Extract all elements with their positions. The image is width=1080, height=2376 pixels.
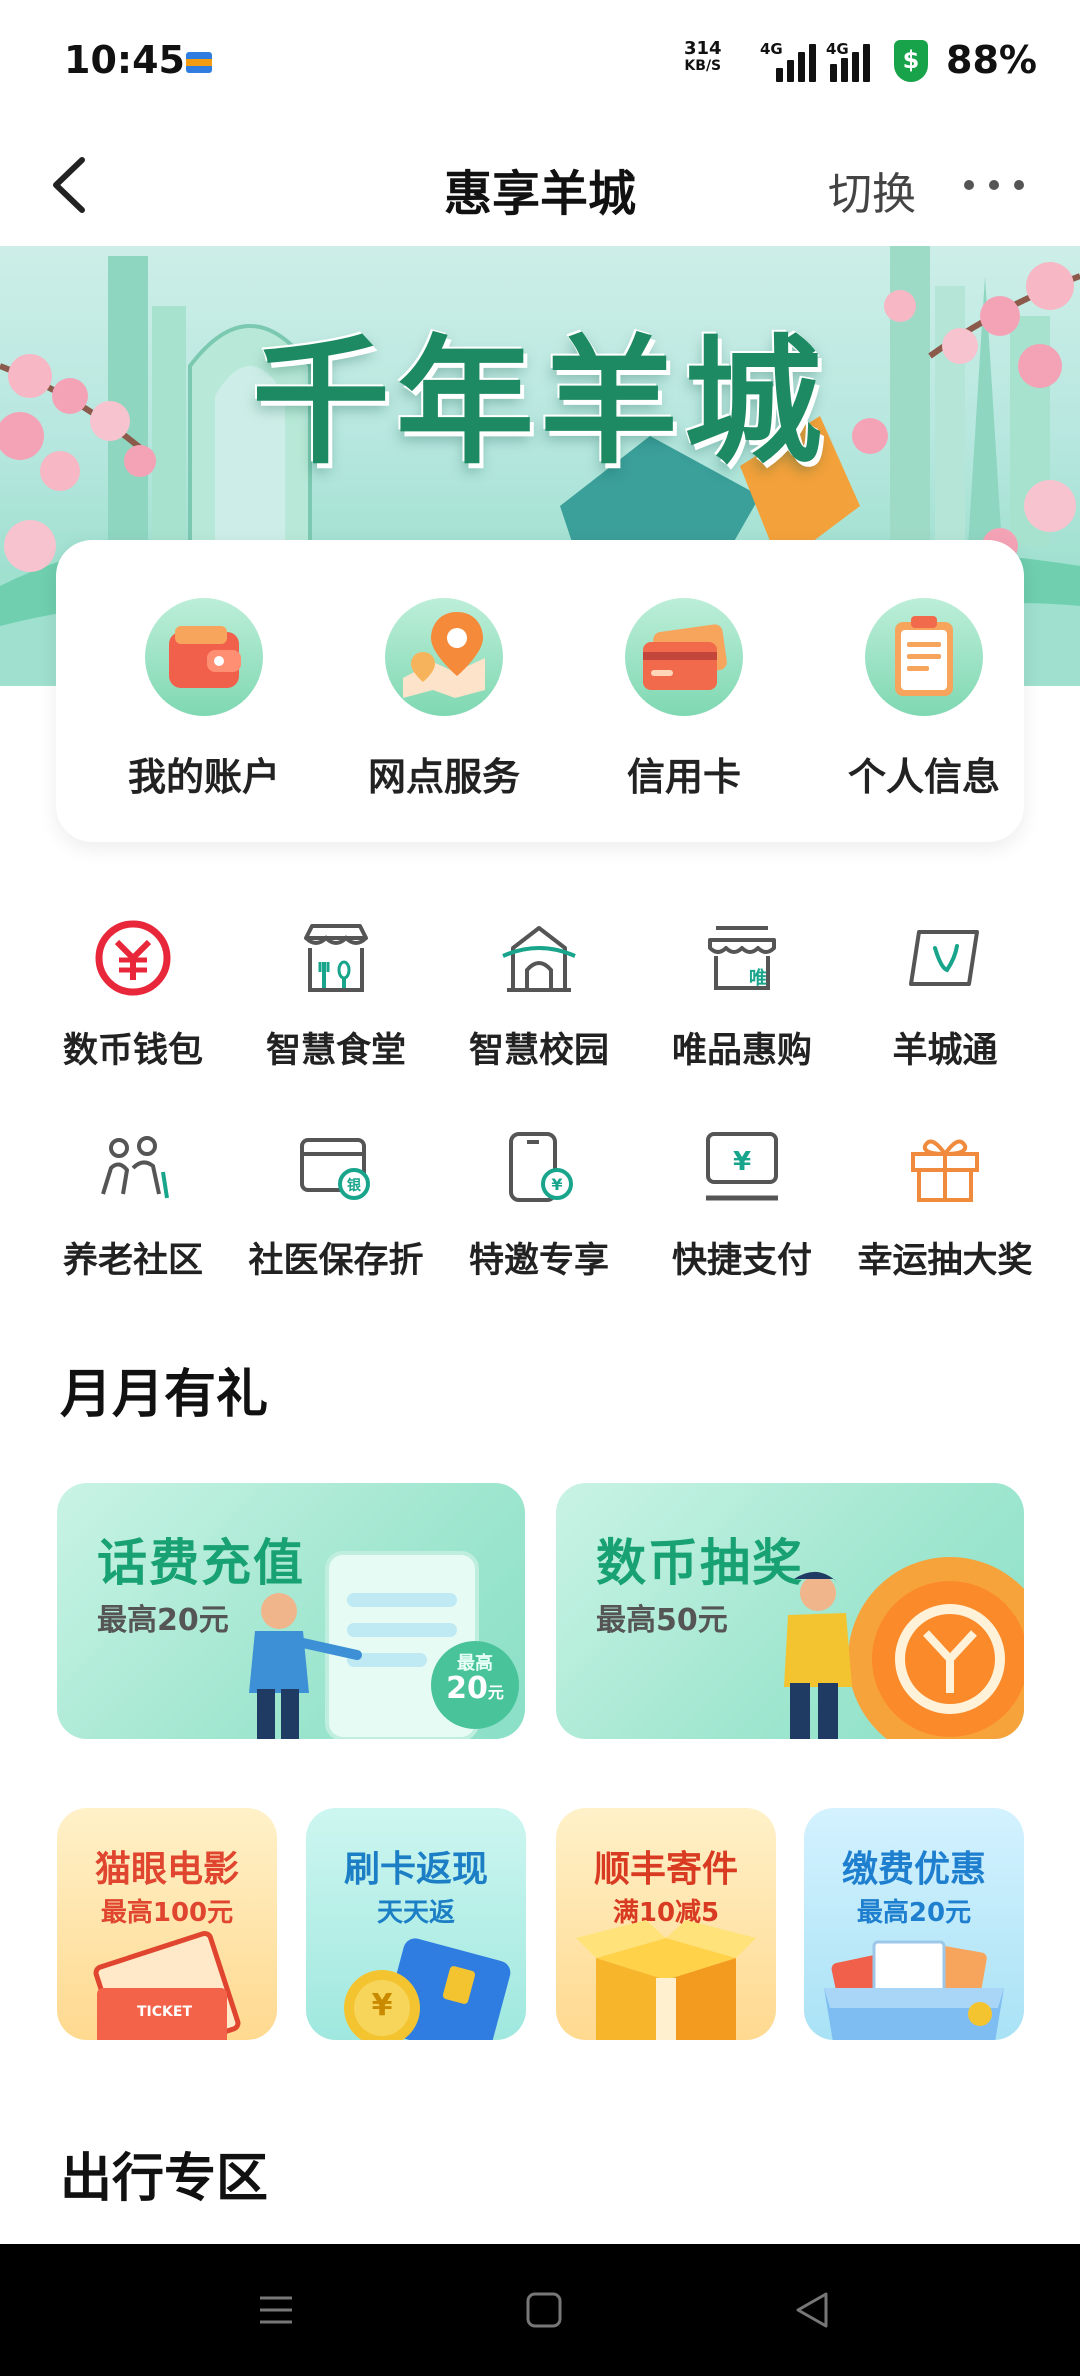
grid-item-label: 幸运抽大奖 <box>857 1241 1033 1281</box>
elderly-icon <box>101 1136 169 1199</box>
promo-card-bill-payment[interactable]: 缴费优惠 最高20元 <box>804 1808 1024 2040</box>
passbook-icon-badge: 银 <box>347 1177 362 1194</box>
promo-card-card-cashback[interactable]: 刷卡返现 天天返 ¥ <box>306 1808 526 2040</box>
signal-4g-icon-2: 4G <box>826 40 886 82</box>
lottery-coin-illustration <box>784 1557 1024 1739</box>
grid-item-label: 养老社区 <box>62 1241 203 1281</box>
grid-item-label: 智慧校园 <box>468 1031 609 1071</box>
credit-card-icon <box>625 598 743 716</box>
grid-item-digital-wallet[interactable]: 数币钱包 <box>43 918 223 1073</box>
status-time: 10:45 <box>64 38 185 82</box>
recharge-badge-unit: 元 <box>487 1683 504 1702</box>
phone-yuan-symbol: ¥ <box>551 1175 562 1194</box>
security-shield-icon: $ <box>894 40 928 82</box>
quick-link-personal-info[interactable]: 个人信息 <box>834 598 1014 801</box>
yct-card-icon <box>909 930 979 986</box>
card-coin-illustration <box>344 1938 511 2040</box>
grid-item-smart-campus[interactable]: 智慧校园 <box>449 918 629 1073</box>
grid-item-medical-passbook[interactable]: 银 社医保存折 <box>246 1128 426 1283</box>
back-triangle-icon[interactable] <box>788 2286 836 2334</box>
shop-icon-badge: 唯 <box>749 967 767 989</box>
phone-yuan-icon: ¥ <box>509 1132 573 1202</box>
signal-4g-icon: 4G <box>760 40 820 82</box>
grid-item-label: 羊城通 <box>892 1031 998 1071</box>
gift-icon <box>911 1139 979 1202</box>
grid-item-label: 快捷支付 <box>671 1241 812 1281</box>
quick-link-my-account[interactable]: 我的账户 <box>114 598 294 801</box>
recharge-badge-value: 20 <box>446 1671 488 1706</box>
promo-card-digital-lottery[interactable]: 数币抽奖 最高50元 <box>556 1483 1024 1739</box>
network-speed-value: 314 <box>684 38 722 59</box>
quick-link-credit-card[interactable]: 信用卡 <box>594 598 774 801</box>
shop-icon: 唯 <box>708 926 776 990</box>
quick-link-label: 网点服务 <box>367 755 520 799</box>
grid-item-label: 唯品惠购 <box>671 1031 812 1071</box>
grid-item-label: 社医保存折 <box>248 1241 424 1281</box>
wallet-icon <box>145 598 263 716</box>
grid-item-elderly-community[interactable]: 养老社区 <box>43 1128 223 1283</box>
status-bar: 10:45 314 KB/S 4G 4G $ 88% <box>0 0 1080 124</box>
promo-card-phone-recharge[interactable]: 话费充值 最高20元 最高 20元 <box>57 1483 525 1739</box>
switch-button[interactable]: 切换 <box>828 158 916 222</box>
notification-app-icon <box>186 52 212 74</box>
signal-4g-label-2: 4G <box>826 40 849 58</box>
home-icon[interactable] <box>520 2286 568 2334</box>
grid-item-quick-pay[interactable]: ¥ 快捷支付 <box>652 1128 832 1283</box>
digital-yuan-icon <box>95 920 171 996</box>
grid-item-lucky-draw[interactable]: 幸运抽大奖 <box>855 1128 1035 1283</box>
banner-title: 千年羊城 <box>251 322 828 483</box>
location-pin-icon <box>385 598 503 716</box>
quick-link-label: 信用卡 <box>626 755 741 799</box>
parcel-box-illustration <box>576 1920 756 2040</box>
grid-item-invited-exclusive[interactable]: ¥ 特邀专享 <box>449 1128 629 1283</box>
signal-4g-label: 4G <box>760 40 783 58</box>
medical-passbook-icon: 银 <box>300 1138 370 1200</box>
promo-card-maoyan-movie[interactable]: 猫眼电影 最高100元 TICKET <box>57 1808 277 2040</box>
grid-item-vip-shopping[interactable]: 唯 唯品惠购 <box>652 918 832 1073</box>
grid-item-smart-canteen[interactable]: 智慧食堂 <box>246 918 426 1073</box>
grid-item-label: 数币钱包 <box>62 1031 203 1071</box>
quick-links-card: 我的账户 网点服务 信用卡 个人信息 <box>56 540 1024 842</box>
campus-icon <box>502 926 576 992</box>
page-title: 惠享羊城 <box>443 166 636 222</box>
canteen-icon <box>304 924 368 992</box>
quick-link-branch-service[interactable]: 网点服务 <box>354 598 534 801</box>
menu-icon[interactable] <box>252 2286 300 2334</box>
nav-bar: 惠享羊城 切换 <box>0 124 1080 246</box>
more-options-icon[interactable] <box>962 174 1026 194</box>
section-title-travel: 出行专区 <box>60 2149 269 2209</box>
bill-folder-illustration <box>824 1940 1004 2040</box>
quick-pay-yuan-symbol: ¥ <box>733 1147 751 1177</box>
quick-pay-icon: ¥ <box>706 1132 778 1201</box>
grid-item-label: 智慧食堂 <box>265 1031 406 1071</box>
ticket-text: TICKET <box>137 2004 192 2020</box>
clipboard-icon <box>865 598 983 716</box>
system-navigation-bar <box>0 2244 1080 2376</box>
section-title-monthly: 月月有礼 <box>60 1365 269 1425</box>
quick-link-label: 个人信息 <box>847 755 1000 799</box>
grid-item-yangchengtong[interactable]: 羊城通 <box>855 918 1035 1073</box>
network-speed-unit: KB/S <box>684 58 722 74</box>
promo-card-sf-express[interactable]: 顺丰寄件 满10减5 <box>556 1808 776 2040</box>
grid-item-label: 特邀专享 <box>468 1241 609 1281</box>
quick-link-label: 我的账户 <box>127 755 280 799</box>
cashback-coin-symbol: ¥ <box>371 1988 393 2023</box>
battery-level: 88% <box>946 38 1037 82</box>
network-speed: 314 KB/S <box>684 38 722 75</box>
